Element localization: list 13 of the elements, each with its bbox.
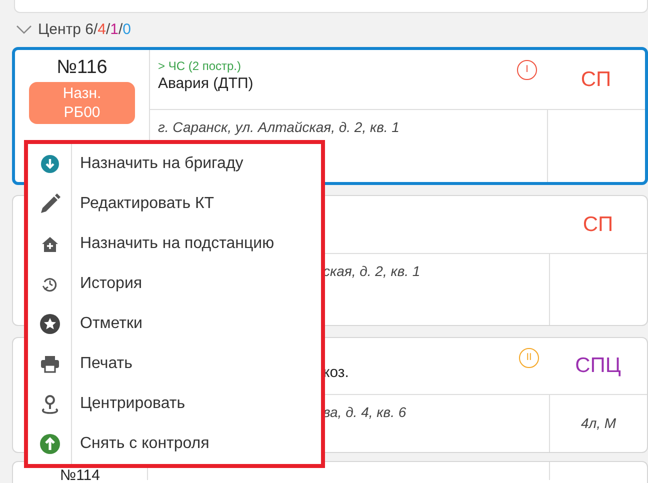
team-type: СПЦ — [575, 353, 621, 380]
call-title: Авария (ДТП) — [158, 74, 254, 93]
team-type: СП — [580, 66, 612, 93]
category-text: > ЧС (2 постр.) — [158, 59, 242, 74]
call-number: №116 — [56, 56, 108, 80]
patient-note: 4л, М — [580, 414, 616, 433]
address-text: г. Саранск, ул. Алтайская, д. 2, кв. 1 — [158, 118, 400, 136]
status-badge: Назн. РБ00 — [29, 82, 135, 124]
group-title: Центр 6/4/1/0 — [38, 20, 131, 40]
call-number: №114 — [60, 469, 100, 483]
priority-icon: II — [519, 348, 539, 368]
priority-icon: I — [517, 60, 537, 80]
team-type: СП — [582, 212, 614, 238]
